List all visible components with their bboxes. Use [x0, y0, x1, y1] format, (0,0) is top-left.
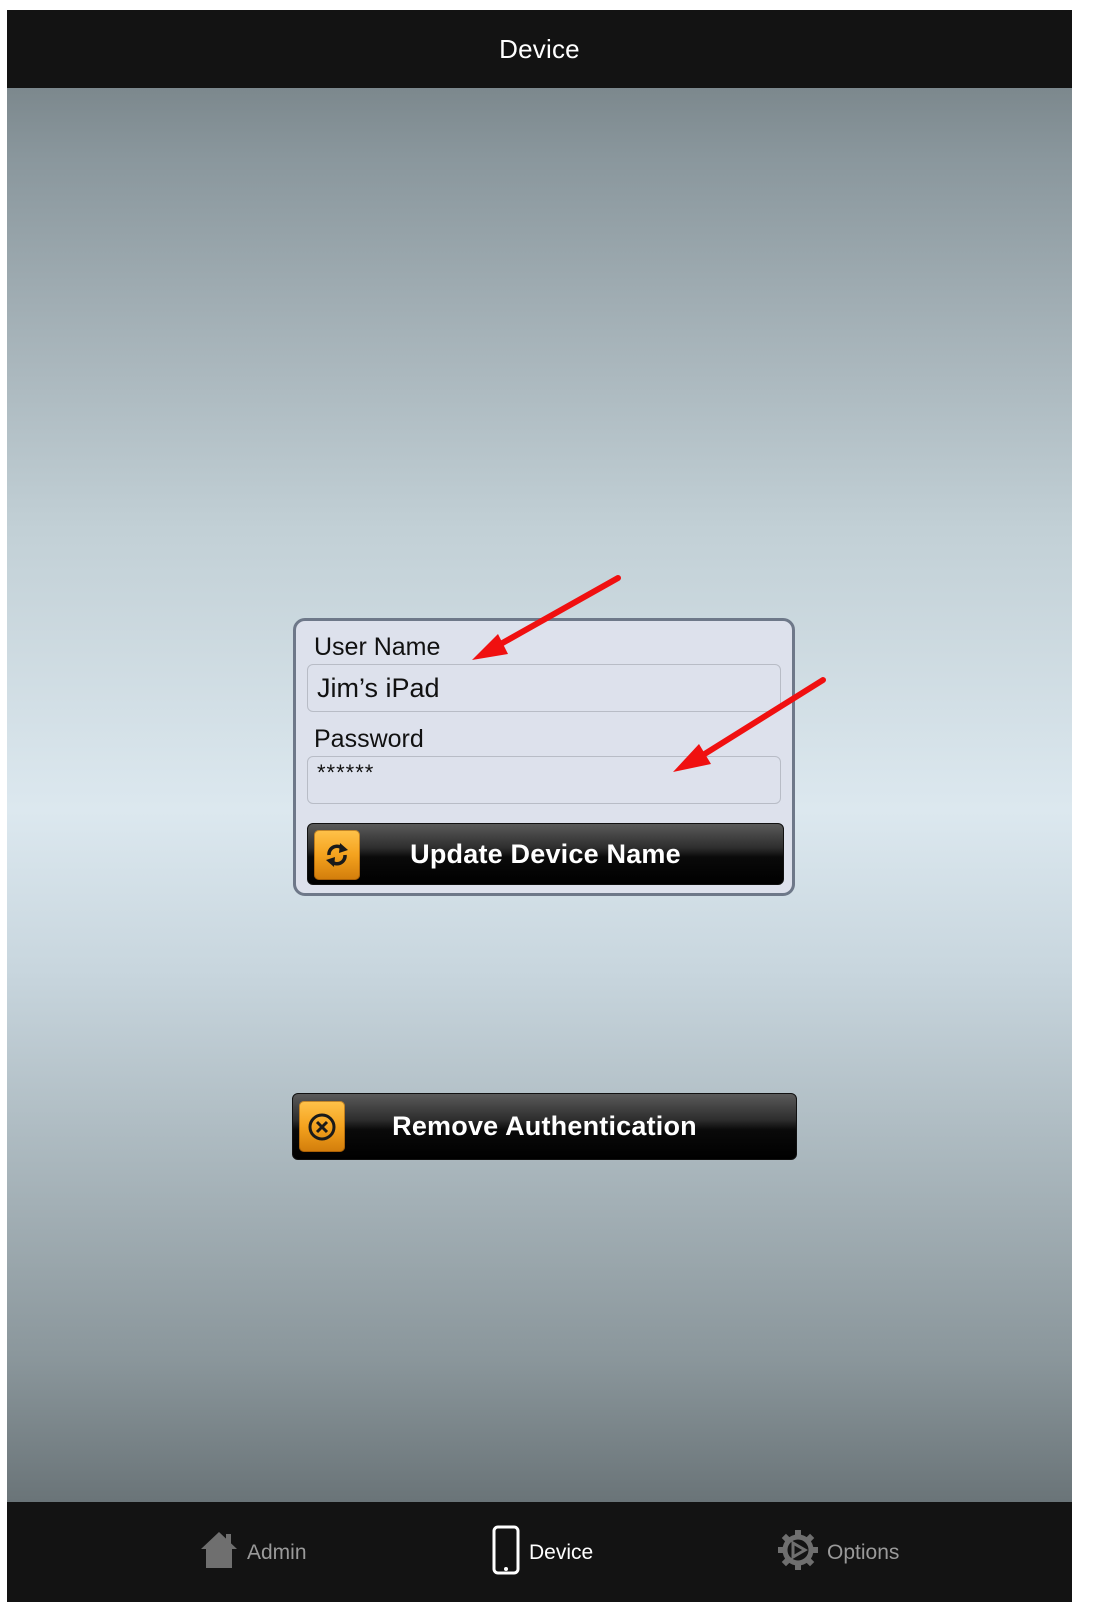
update-device-name-label: Update Device Name [410, 838, 681, 869]
annotation-arrow-username [472, 575, 621, 660]
tab-bar: Admin Device Options [7, 1502, 1072, 1602]
remove-authentication-button[interactable]: Remove Authentication [292, 1093, 797, 1160]
annotation-arrow-password [673, 677, 826, 772]
tab-admin-label: Admin [247, 1541, 307, 1564]
update-device-name-button[interactable]: Update Device Name [307, 823, 784, 885]
tab-admin[interactable]: Admin [199, 1502, 307, 1602]
tab-options-label: Options [827, 1541, 900, 1564]
device-icon [491, 1525, 521, 1580]
navigation-bar: Device [7, 10, 1072, 88]
remove-authentication-label: Remove Authentication [392, 1111, 697, 1141]
app-screen: Device User Name Password Update Device … [7, 10, 1072, 1602]
tab-device[interactable]: Device [491, 1502, 593, 1602]
username-label: User Name [314, 633, 441, 661]
page-title: Device [499, 33, 580, 64]
gear-icon [777, 1529, 819, 1576]
home-icon [199, 1530, 239, 1575]
cancel-circle-icon [299, 1101, 345, 1152]
tab-options[interactable]: Options [777, 1502, 899, 1602]
password-label: Password [314, 725, 424, 753]
tab-device-label: Device [529, 1541, 594, 1564]
refresh-icon [314, 830, 360, 880]
